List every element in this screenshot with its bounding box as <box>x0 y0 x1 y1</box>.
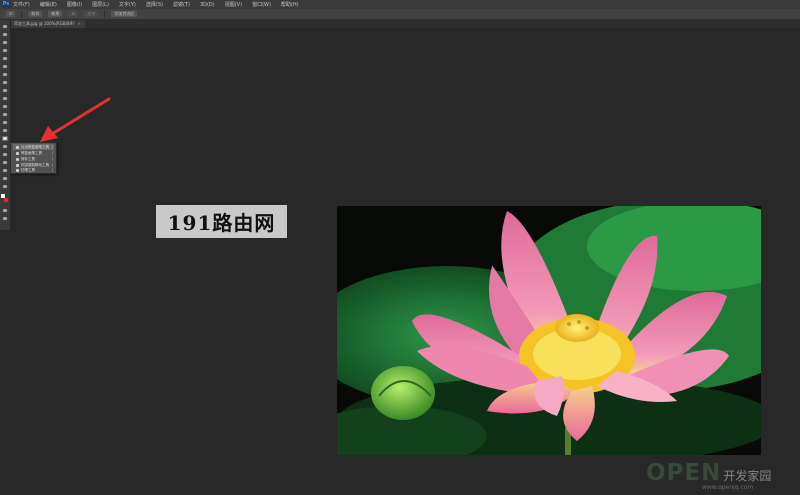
watermark-text: 191路由网 <box>167 211 276 235</box>
open-watermark-url: www.openjq.com <box>702 484 754 491</box>
canvas-image[interactable] <box>337 206 761 455</box>
open-watermark-word: OPEN <box>646 460 722 486</box>
open-watermark: OPEN 开发家园 <box>646 460 771 486</box>
watermark-label: 191路由网 <box>156 205 287 238</box>
open-watermark-subtitle: 开发家园 <box>723 469 772 483</box>
lotus-photo <box>337 206 761 455</box>
